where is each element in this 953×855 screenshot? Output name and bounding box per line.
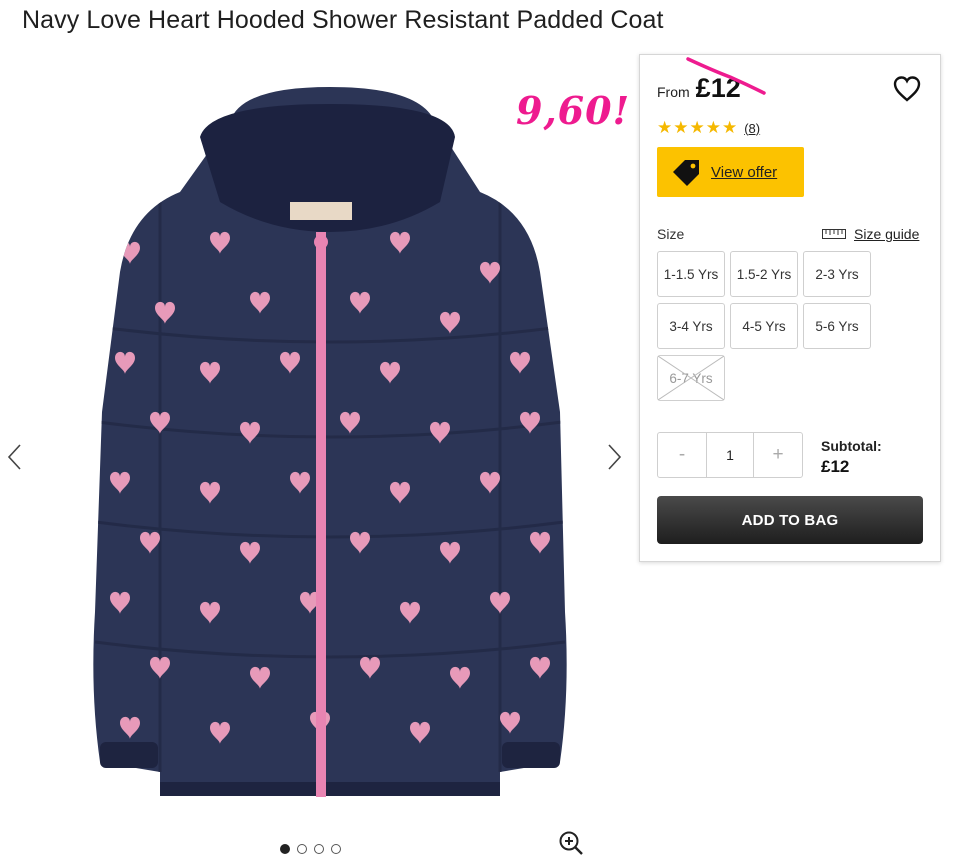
product-gallery	[0, 50, 640, 855]
zoom-in-icon[interactable]	[558, 830, 584, 855]
quantity-decrease-button[interactable]: -	[658, 433, 706, 477]
gallery-prev-button[interactable]	[2, 440, 26, 474]
price-row: From £12	[657, 73, 741, 104]
size-option[interactable]: 2-3 Yrs	[803, 251, 871, 297]
heart-outline-icon[interactable]	[892, 75, 922, 103]
tag-icon	[673, 160, 699, 186]
subtotal: Subtotal: £12	[821, 438, 882, 477]
size-option[interactable]: 1-1.5 Yrs	[657, 251, 725, 297]
gallery-dot-2[interactable]	[297, 844, 307, 854]
rating: ★★★★★ (8)	[657, 118, 760, 138]
size-option[interactable]: 1.5-2 Yrs	[730, 251, 798, 297]
subtotal-value: £12	[821, 457, 850, 476]
rating-count-link[interactable]: (8)	[744, 121, 760, 136]
size-option[interactable]: 5-6 Yrs	[803, 303, 871, 349]
handwritten-price-annotation: 9,60!	[516, 88, 631, 133]
size-options: 1-1.5 Yrs 1.5-2 Yrs 2-3 Yrs 3-4 Yrs 4-5 …	[657, 251, 877, 401]
quantity-increase-button[interactable]: +	[754, 433, 802, 477]
size-label: Size	[657, 226, 685, 242]
size-option[interactable]: 4-5 Yrs	[730, 303, 798, 349]
gallery-dots	[280, 844, 341, 854]
size-option-unavailable[interactable]: 6-7 Yrs	[657, 355, 725, 401]
buy-box: From £12 ★★★★★ (8) View offer Size Size …	[639, 54, 941, 562]
gallery-dot-4[interactable]	[331, 844, 341, 854]
subtotal-label: Subtotal:	[821, 438, 882, 454]
ruler-icon	[822, 229, 846, 239]
quantity-stepper: - 1 +	[657, 432, 803, 478]
gallery-dot-1[interactable]	[280, 844, 290, 854]
chevron-left-icon	[7, 444, 21, 470]
chevron-right-icon	[608, 444, 622, 470]
quantity-input[interactable]: 1	[706, 433, 754, 477]
hooded-coat-image	[93, 87, 567, 797]
product-title: Navy Love Heart Hooded Shower Resistant …	[22, 6, 664, 34]
unavailable-cross	[658, 356, 724, 400]
view-offer-button[interactable]: View offer	[657, 147, 804, 197]
rating-stars: ★★★★★	[657, 118, 739, 137]
gallery-dot-3[interactable]	[314, 844, 324, 854]
size-option[interactable]: 3-4 Yrs	[657, 303, 725, 349]
gallery-next-button[interactable]	[603, 440, 627, 474]
size-guide-link[interactable]: Size guide	[822, 226, 919, 242]
size-guide-label: Size guide	[854, 226, 920, 242]
price-from-label: From	[657, 84, 690, 100]
add-to-bag-button[interactable]: ADD TO BAG	[657, 496, 923, 544]
view-offer-label: View offer	[711, 163, 778, 181]
price-value: £12	[695, 73, 741, 103]
